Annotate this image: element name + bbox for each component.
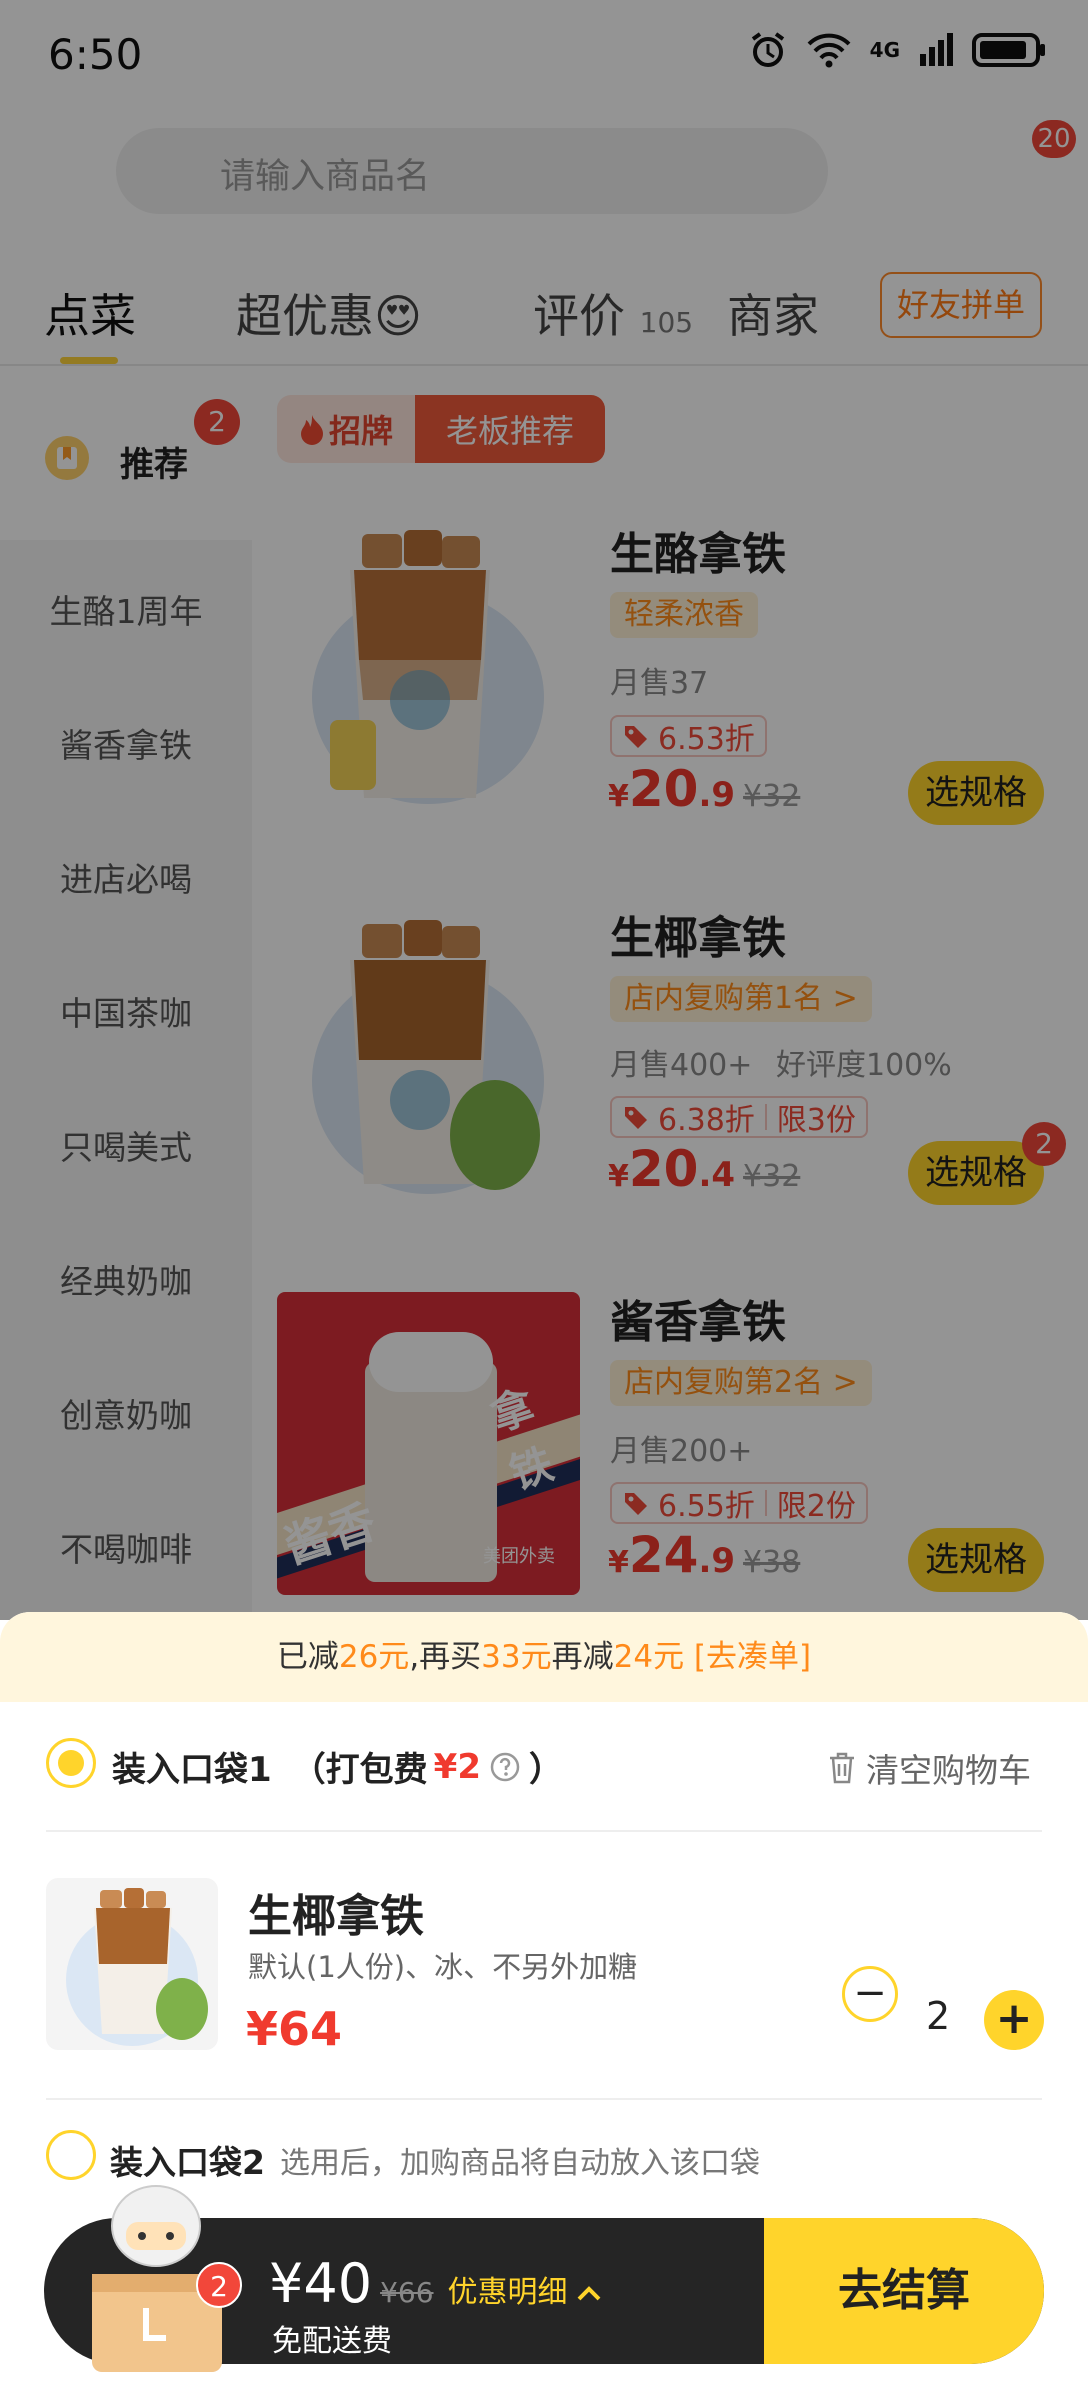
bag1-header: 装入口袋1 （打包费 ¥2 ） bbox=[112, 1742, 563, 1791]
trash-icon bbox=[830, 1752, 854, 1784]
bag2-hint: 选用后，加购商品将自动放入该口袋 bbox=[280, 2146, 760, 2181]
bag2-radio[interactable] bbox=[46, 2130, 96, 2180]
checkout-button[interactable]: 去结算 bbox=[764, 2218, 1044, 2364]
cart-item-name: 生椰拿铁 bbox=[248, 1891, 424, 1942]
chevron-up-icon[interactable] bbox=[576, 2284, 602, 2302]
help-icon[interactable] bbox=[489, 1751, 521, 1783]
bag1-radio[interactable] bbox=[46, 1738, 96, 1788]
cart-total: ¥40 bbox=[269, 2252, 373, 2315]
cart-total-row: ¥40 ¥66 优惠明细 bbox=[269, 2252, 602, 2315]
cart-count-badge: 2 bbox=[196, 2262, 242, 2308]
divider bbox=[46, 1830, 1042, 1832]
divider bbox=[46, 2098, 1042, 2100]
modal-backdrop[interactable] bbox=[0, 0, 1088, 1620]
packing-fee-label: （打包费 bbox=[291, 1750, 428, 1790]
cart-original-total: ¥66 bbox=[380, 2276, 434, 2309]
cart-item-price: ¥64 bbox=[246, 2002, 343, 2056]
cart-item-image bbox=[46, 1878, 218, 2050]
quantity-value: 2 bbox=[926, 1994, 951, 2038]
promo-value: 33元 bbox=[481, 1639, 552, 1675]
bag2-label: 装入口袋2 bbox=[110, 2143, 265, 2182]
clear-cart-label: 清空购物车 bbox=[866, 1751, 1031, 1790]
packing-fee-close: ） bbox=[529, 1750, 563, 1790]
free-delivery-label: 免配送费 bbox=[272, 2324, 392, 2359]
promo-banner[interactable]: 已减26元,再买33元再减24元 [去凑单] bbox=[0, 1612, 1088, 1702]
cart-item-spec: 默认(1人份)、冰、不另外加糖 bbox=[248, 1950, 638, 1984]
promo-text: 已减 bbox=[276, 1639, 339, 1675]
promo-value: 26元 bbox=[338, 1639, 410, 1675]
decrease-quantity-button[interactable]: − bbox=[842, 1966, 898, 2022]
promo-text: 再减 bbox=[551, 1639, 614, 1675]
add-more-link[interactable]: [去凑单] bbox=[684, 1639, 811, 1675]
promo-text: ,再买 bbox=[409, 1639, 482, 1675]
clear-cart-button[interactable]: 清空购物车 bbox=[826, 1744, 1031, 1792]
bag1-label: 装入口袋1 bbox=[112, 1750, 272, 1790]
promo-value: 24元 bbox=[613, 1639, 685, 1675]
packing-fee-value: ¥2 bbox=[433, 1746, 481, 1787]
increase-quantity-button[interactable]: + bbox=[984, 1990, 1044, 2050]
discount-detail-link[interactable]: 优惠明细 bbox=[448, 2267, 568, 2311]
